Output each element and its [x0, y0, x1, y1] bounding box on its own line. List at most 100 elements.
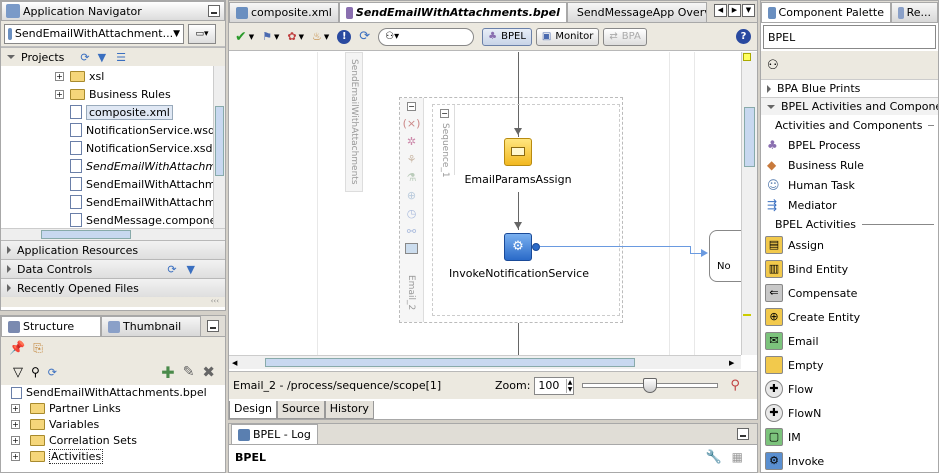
sequence[interactable]: − Sequence_1	[432, 104, 620, 316]
chevron-down-icon[interactable]: ▼	[274, 33, 279, 41]
expand-icon[interactable]: +	[11, 419, 20, 429]
file-item[interactable]: + Business Rules	[55, 85, 225, 103]
bookmark-icon[interactable]: ⚑	[262, 30, 272, 43]
palette-activity[interactable]: ⊕ Create Entity	[761, 305, 938, 329]
refresh-icon[interactable]: ⟳	[80, 51, 89, 64]
editor-bottom-tab[interactable]: Design	[229, 401, 277, 419]
bpa-button[interactable]: ⇄ BPA	[603, 27, 647, 46]
clear-icon[interactable]: ▦	[732, 450, 743, 464]
tab-resource-palette[interactable]: Re...	[891, 2, 938, 22]
filter-icon[interactable]: ▼	[187, 263, 195, 276]
minimize-button[interactable]	[208, 5, 220, 17]
editor-tab[interactable]: composite.xml	[229, 2, 339, 22]
tab-thumbnail[interactable]: Thumbnail	[101, 316, 201, 336]
filter-icon[interactable]: ▼	[98, 51, 106, 64]
expand-icon[interactable]: +	[55, 71, 64, 81]
find-icon[interactable]: ⚲	[31, 365, 40, 379]
email-scope[interactable]: − (×) ✲ ⚘ ⚗ ⊕ ◷ ⚯ Email_2 − Sequence_1	[399, 97, 623, 323]
bpel-view-button[interactable]: ♣ BPEL	[482, 27, 532, 46]
monitor-button[interactable]: ▣ Monitor	[535, 27, 600, 46]
bpel-canvas[interactable]: SendEmailWithAttachments − (×) ✲ ⚘ ⚗ ⊕ ◷…	[229, 52, 741, 355]
minimize-button[interactable]	[737, 428, 749, 440]
expand-icon[interactable]: +	[11, 403, 20, 413]
invoke-activity-icon[interactable]: ⚙	[504, 233, 532, 261]
variable-icon[interactable]: ◷	[400, 207, 423, 220]
delete-icon[interactable]: ✖	[202, 363, 215, 381]
structure-item[interactable]: + Variables	[11, 416, 225, 432]
scope-label-bar[interactable]: SendEmailWithAttachments	[345, 52, 363, 192]
file-item[interactable]: NotificationService.xsd	[55, 139, 225, 157]
freeze-icon[interactable]: ⎘	[33, 341, 43, 356]
zoom-fit-icon[interactable]: ⚲	[730, 378, 740, 393]
refresh-icon[interactable]: ⟳	[359, 29, 370, 44]
file-item[interactable]: SendEmailWithAttachmen	[55, 157, 225, 175]
nav-section[interactable]: Recently Opened Files	[1, 278, 225, 297]
edit-icon[interactable]: ✎	[183, 364, 195, 380]
editor-bottom-tab[interactable]: History	[324, 401, 374, 419]
palette-component[interactable]: ⇶ Mediator	[761, 195, 938, 215]
validate-icon[interactable]: ✔	[235, 29, 247, 45]
palette-activity[interactable]: ▤ Assign	[761, 233, 938, 257]
expand-icon[interactable]: +	[11, 451, 20, 461]
file-item[interactable]: SendEmailWithAttachmen	[55, 175, 225, 193]
search-input[interactable]: ⚇▾	[378, 27, 475, 46]
pin-icon[interactable]: 📌	[9, 341, 25, 356]
refresh-icon[interactable]: ⟳	[167, 263, 176, 276]
wrench-icon[interactable]: 🔧	[705, 450, 721, 465]
expand-icon[interactable]: +	[55, 89, 64, 99]
structure-item[interactable]: + Correlation Sets	[11, 432, 225, 448]
palette-activity[interactable]: ⇐ Compensate	[761, 281, 938, 305]
nav-section[interactable]: Data Controls ⟳ ▼	[1, 259, 225, 278]
error-icon[interactable]: !	[337, 29, 352, 44]
palette-component[interactable]: ◆ Business Rule	[761, 155, 938, 175]
chevron-down-icon[interactable]: ▼	[299, 33, 304, 41]
chevron-down-icon[interactable]: ▼	[249, 33, 254, 41]
deploy-icon[interactable]: ♨	[312, 30, 322, 43]
palette-activity[interactable]: ▥ Bind Entity	[761, 257, 938, 281]
palette-group[interactable]: BPEL Activities and Components	[761, 97, 938, 115]
zoom-input[interactable]: 100 ▲ ▼	[534, 376, 575, 395]
tab-structure[interactable]: Structure	[1, 316, 101, 336]
filter-icon[interactable]: ▽	[13, 365, 23, 380]
palette-icon[interactable]: ✿	[287, 30, 296, 43]
termination-icon[interactable]: ⊕	[400, 189, 423, 202]
structure-item[interactable]: + Activities	[11, 448, 225, 464]
correlation-icon[interactable]: ⚯	[400, 225, 423, 238]
palette-component[interactable]: ☺ Human Task	[761, 175, 938, 195]
editor-tab[interactable]: SendEmailWithAttachments.bpel	[338, 2, 567, 22]
editor-bottom-tab[interactable]: Source	[276, 401, 325, 419]
minimize-button[interactable]	[207, 320, 219, 332]
navigator-vscrollbar[interactable]	[213, 66, 225, 228]
palette-activity[interactable]: ⚙ Invoke	[761, 449, 938, 473]
add-icon[interactable]: ✚	[161, 363, 174, 382]
palette-activity[interactable]: ✚ FlowN	[761, 401, 938, 425]
zoom-slider[interactable]	[582, 378, 719, 393]
canvas-hscrollbar[interactable]: ◀ ▶	[229, 355, 741, 369]
file-item[interactable]: + xsl	[55, 67, 225, 85]
tab-component-palette[interactable]: Component Palette	[761, 2, 891, 22]
projects-section[interactable]: Projects ⟳ ▼ ☰	[1, 47, 225, 66]
compensation-icon[interactable]: ⚗	[400, 171, 423, 184]
palette-activity[interactable]: ▢ IM	[761, 425, 938, 449]
assign-activity-icon[interactable]	[504, 138, 532, 166]
palette-activity[interactable]: Empty	[761, 353, 938, 377]
file-item[interactable]: SendMessage.componen	[55, 211, 225, 228]
expand-icon[interactable]: +	[11, 435, 20, 445]
structure-item[interactable]: + Partner Links	[11, 400, 225, 416]
canvas-vscrollbar[interactable]	[741, 52, 757, 355]
palette-activity[interactable]: ✉ Email	[761, 329, 938, 353]
handler-icon[interactable]: ✲	[400, 135, 423, 148]
tab-nav-buttons[interactable]: ◀ ▶ ▼	[714, 4, 755, 17]
nav-section[interactable]: Application Resources	[1, 240, 225, 259]
options-icon[interactable]: ☰	[116, 51, 126, 64]
event-icon[interactable]: ⚘	[400, 153, 423, 166]
editor-tab[interactable]: SendMessageApp Overv	[566, 2, 707, 22]
zoom-spinner[interactable]: ▲ ▼	[565, 378, 574, 393]
structure-root[interactable]: SendEmailWithAttachments.bpel	[11, 385, 225, 400]
palette-component[interactable]: ♣ BPEL Process	[761, 135, 938, 155]
tab-bpel-log[interactable]: BPEL - Log	[231, 424, 318, 444]
image-icon[interactable]	[405, 243, 418, 254]
help-icon[interactable]: ?	[736, 29, 751, 44]
palette-activity[interactable]: ✚ Flow	[761, 377, 938, 401]
navigator-hscrollbar[interactable]	[1, 228, 225, 240]
